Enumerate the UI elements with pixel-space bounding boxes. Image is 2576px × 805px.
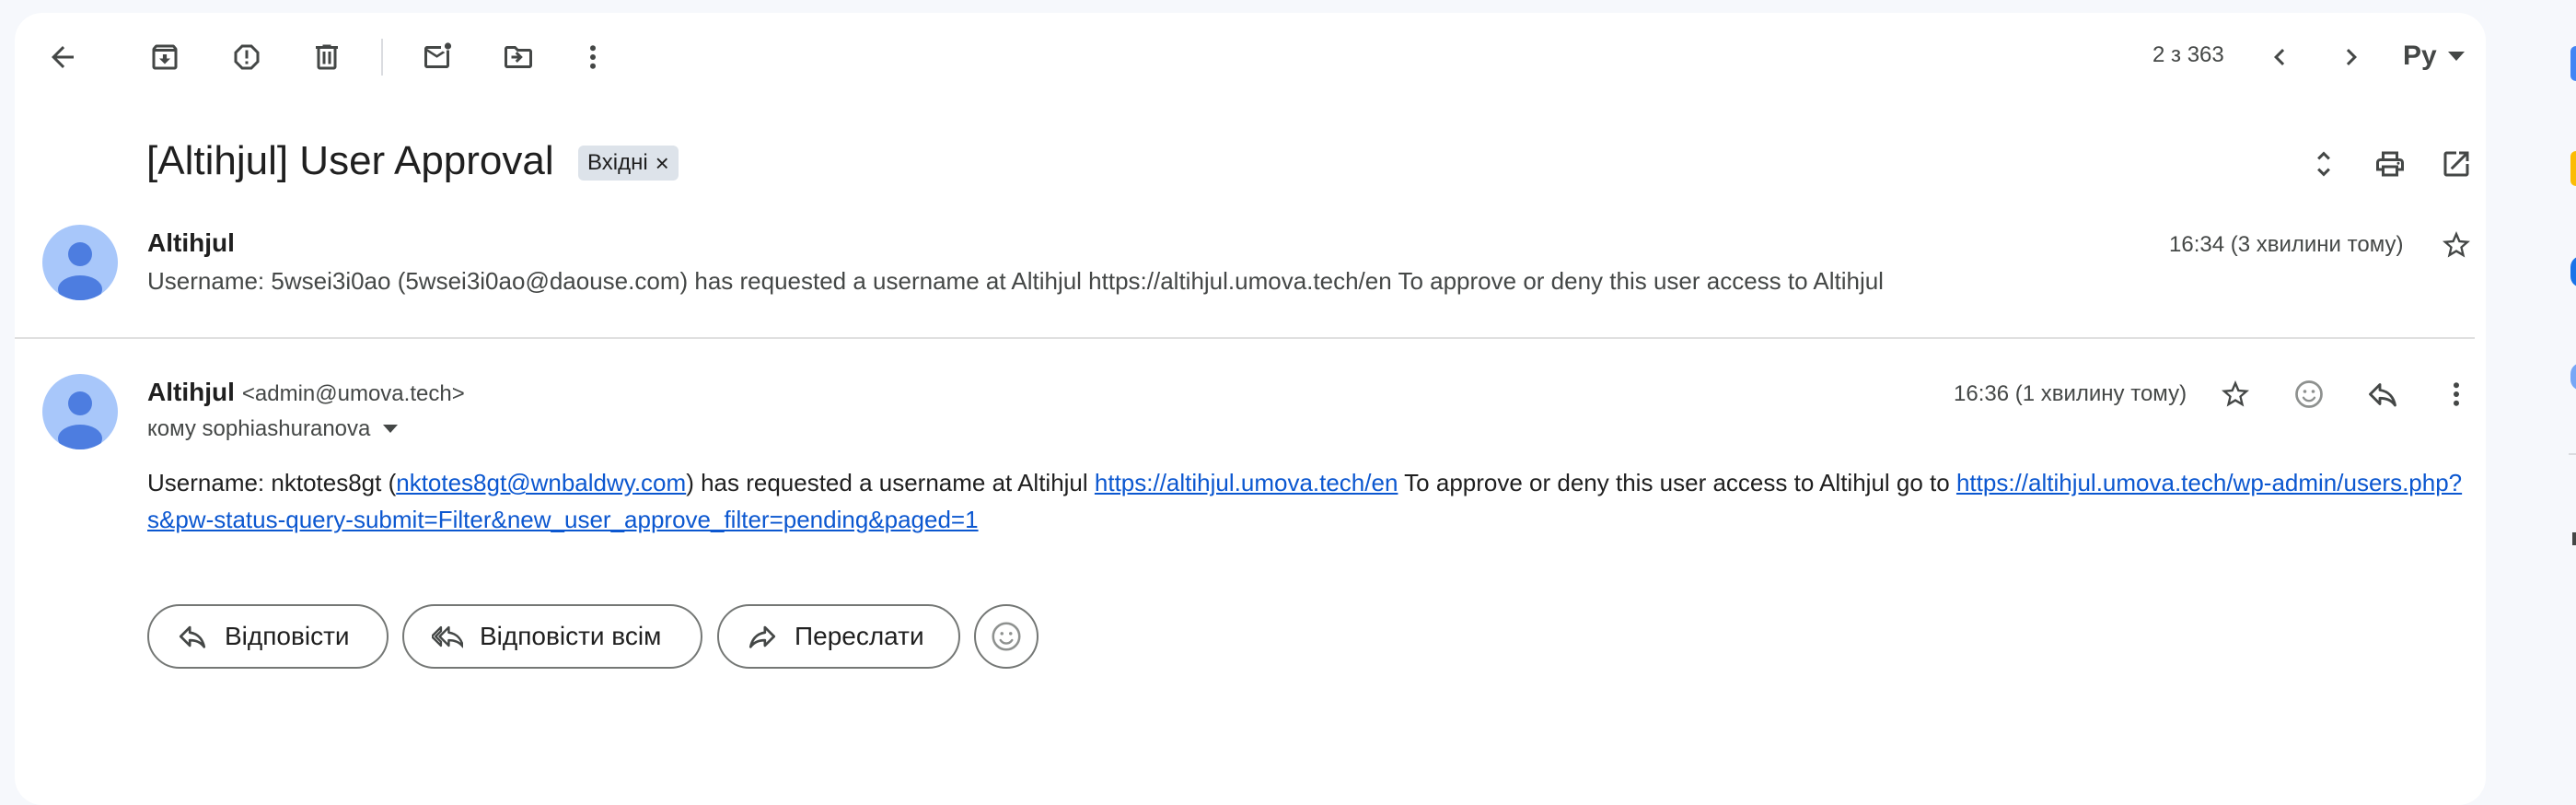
body-text-part: Username: nktotes8gt ( (147, 469, 397, 496)
email-body: Username: nktotes8gt (nktotes8gt@wnbaldw… (147, 464, 2467, 538)
input-tools-label: Ру (2403, 41, 2437, 71)
sender-avatar (42, 225, 118, 300)
trash-icon (316, 44, 338, 70)
mark-unread-icon (424, 42, 452, 68)
star-icon (2222, 380, 2249, 407)
contacts-app-icon[interactable] (2570, 363, 2576, 391)
calendar-app-icon[interactable] (2570, 46, 2576, 81)
remove-label-icon[interactable]: × (656, 149, 669, 178)
expand-all-button[interactable] (2291, 131, 2357, 197)
email-time: 16:34 (3 хвилини тому) (2169, 232, 2404, 257)
sender-line: Altihjul <admin@umova.tech> (147, 378, 465, 407)
body-text-part: ) has requested a username at Altihjul (686, 469, 1095, 496)
reply-all-icon (432, 625, 463, 648)
label-text: Вхідні (587, 150, 648, 175)
sender-name[interactable]: Altihjul (147, 228, 235, 258)
reply-all-label: Відповісти всім (480, 622, 662, 650)
report-icon (234, 44, 260, 70)
caret-down-icon (383, 425, 399, 433)
open-new-window-button[interactable] (2423, 131, 2489, 197)
forward-pill-button[interactable]: Переслати (717, 604, 960, 669)
caret-down-icon (2447, 52, 2465, 61)
toolbar-divider (381, 39, 383, 76)
chevron-right-icon (2346, 49, 2357, 65)
reply-label: Відповісти (225, 622, 350, 650)
archive-icon (152, 44, 178, 70)
tasks-app-icon[interactable] (2570, 256, 2576, 287)
strip-divider (2569, 453, 2576, 455)
input-tools-button[interactable]: Ру (2403, 41, 2465, 72)
more-vert-icon (2454, 382, 2459, 406)
sender-name[interactable]: Altihjul (147, 378, 235, 407)
print-icon (2376, 151, 2404, 177)
newer-button[interactable] (2246, 24, 2313, 90)
archive-button[interactable] (132, 24, 198, 90)
reply-icon (179, 625, 206, 648)
unfold-icon (2317, 151, 2330, 177)
arrow-back-icon (52, 46, 74, 68)
site-link[interactable]: https://altihjul.umova.tech/en (1095, 469, 1398, 496)
emoji-reaction-button[interactable] (974, 604, 1039, 669)
print-button[interactable] (2357, 131, 2423, 197)
inbox-label-chip[interactable]: Вхідні × (578, 146, 679, 181)
recipient-text: кому sophiashuranova (147, 416, 371, 441)
older-button[interactable] (2318, 24, 2385, 90)
chevron-left-icon (2274, 49, 2285, 65)
body-text-part: To approve or deny this user access to A… (1398, 469, 1956, 496)
page-counter: 2 з 363 (2152, 42, 2224, 67)
person-icon (58, 391, 102, 449)
sender-avatar (42, 374, 118, 449)
move-to-folder-icon (505, 46, 532, 68)
reply-button[interactable] (2350, 361, 2416, 427)
reply-pill-button[interactable]: Відповісти (147, 604, 389, 669)
open-in-new-icon (2443, 151, 2469, 177)
more-options-button[interactable] (2423, 361, 2489, 427)
emoji-icon (2295, 380, 2323, 408)
more-options-button[interactable] (560, 24, 626, 90)
email-view-panel (15, 13, 2486, 805)
back-button[interactable] (29, 24, 96, 90)
forward-icon (748, 625, 776, 648)
mark-unread-button[interactable] (405, 24, 471, 90)
delete-button[interactable] (294, 24, 360, 90)
keep-app-icon[interactable] (2570, 151, 2576, 186)
star-icon (2443, 231, 2470, 258)
star-button[interactable] (2202, 361, 2269, 427)
person-icon (58, 242, 102, 300)
message-divider (15, 337, 2475, 339)
side-apps-strip (2550, 0, 2576, 783)
more-vert-icon (590, 45, 596, 69)
add-reaction-button[interactable] (2276, 361, 2342, 427)
reply-all-pill-button[interactable]: Відповісти всім (402, 604, 702, 669)
reply-icon (2369, 383, 2396, 407)
email-link[interactable]: nktotes8gt@wnbaldwy.com (396, 469, 686, 496)
email-snippet[interactable]: Username: 5wsei3i0ao (5wsei3i0ao@daouse.… (147, 267, 1884, 296)
star-button[interactable] (2423, 212, 2489, 278)
email-subject: [Altihjul] User Approval (146, 138, 554, 183)
emoji-icon (992, 622, 1021, 651)
report-spam-button[interactable] (214, 24, 280, 90)
recipient-details-toggle[interactable]: кому sophiashuranova (147, 416, 399, 442)
move-to-button[interactable] (485, 24, 551, 90)
forward-label: Переслати (795, 622, 924, 650)
sender-email: <admin@umova.tech> (241, 381, 465, 406)
add-addon-icon[interactable] (2572, 532, 2576, 545)
email-time: 16:36 (1 хвилину тому) (1954, 381, 2187, 406)
